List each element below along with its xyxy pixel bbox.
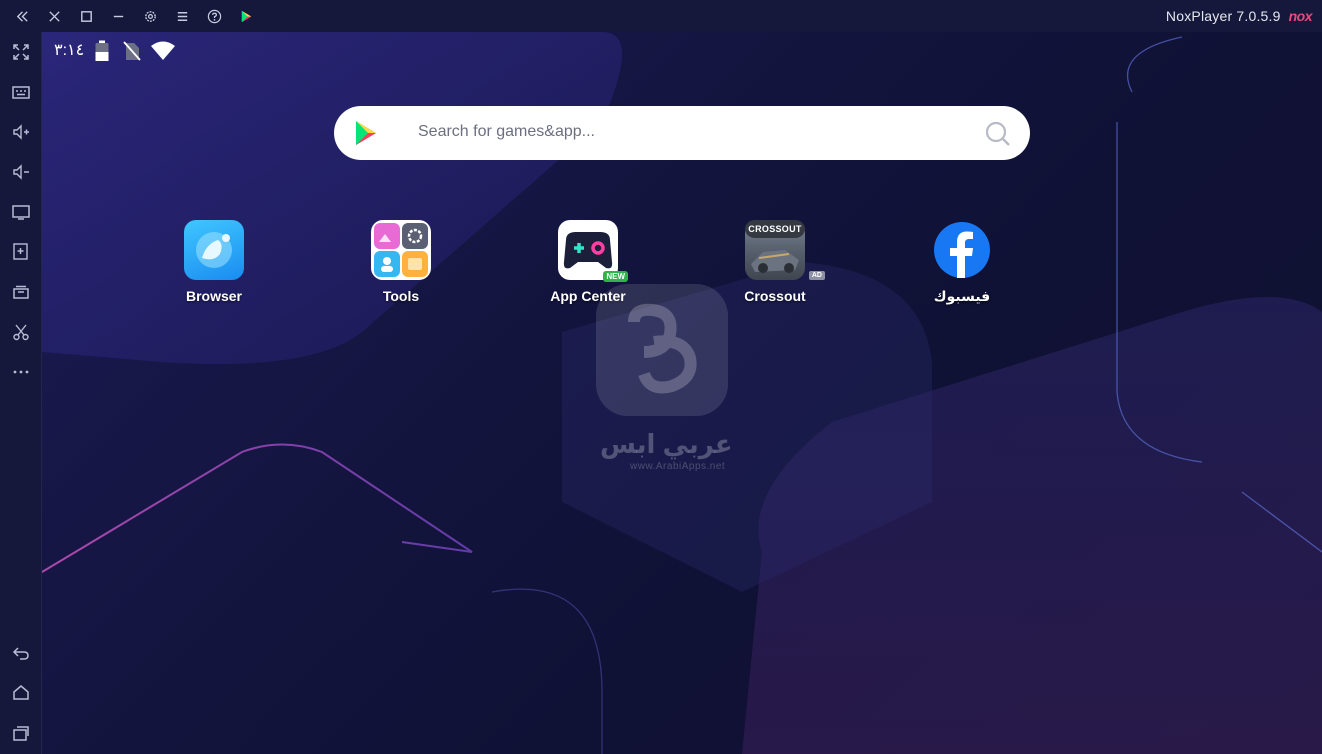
volume-down-icon[interactable] <box>0 154 42 190</box>
browser-icon <box>184 220 244 280</box>
watermark-url: www.ArabiApps.net <box>630 461 726 472</box>
app-facebook[interactable]: فيسبوك <box>902 220 1022 305</box>
google-play-icon <box>356 121 376 145</box>
close-icon[interactable] <box>38 0 70 32</box>
sidebar-toolbar <box>0 32 42 754</box>
window-title: NoxPlayer 7.0.5.9 <box>1165 8 1281 24</box>
new-badge: NEW <box>603 271 628 282</box>
wifi-icon <box>151 41 175 60</box>
screenshot-icon[interactable] <box>0 314 42 350</box>
app-label: Crossout <box>744 288 806 304</box>
keyboard-icon[interactable] <box>0 74 42 110</box>
search-bar[interactable]: Search for games&app... <box>334 106 1030 160</box>
facebook-icon <box>932 220 992 280</box>
android-screen[interactable]: ٣:١٤ Search for games&app... Browser Too… <box>42 32 1322 754</box>
crossout-icon: CROSSOUT AD <box>745 220 825 280</box>
app-tools[interactable]: Tools <box>341 220 461 304</box>
crossout-logo-text: CROSSOUT <box>748 224 802 234</box>
recents-icon[interactable] <box>0 715 42 751</box>
no-sim-icon <box>123 41 141 61</box>
help-icon[interactable] <box>198 0 230 32</box>
ad-badge: AD <box>808 271 825 280</box>
app-label: Tools <box>382 288 420 304</box>
screen-icon[interactable] <box>0 194 42 230</box>
minimize-icon[interactable] <box>102 0 134 32</box>
multi-instance-icon[interactable] <box>0 274 42 310</box>
app-center-icon: NEW <box>558 220 628 282</box>
nox-logo: nox <box>1288 8 1313 24</box>
status-clock: ٣:١٤ <box>54 42 85 59</box>
menu-icon[interactable] <box>166 0 198 32</box>
window-titlebar: NoxPlayer 7.0.5.9 nox <box>0 0 1322 32</box>
fullscreen-icon[interactable] <box>0 34 42 70</box>
apk-install-icon[interactable] <box>0 234 42 270</box>
watermark-text: عربي ابس <box>600 429 733 459</box>
more-icon[interactable] <box>0 354 42 390</box>
app-label: فيسبوك <box>933 288 991 304</box>
search-icon[interactable] <box>984 120 1012 148</box>
maximize-icon[interactable] <box>70 0 102 32</box>
play-store-icon[interactable] <box>230 0 262 32</box>
watermark-logo <box>596 284 728 416</box>
collapse-icon[interactable] <box>6 0 38 32</box>
tools-icon <box>371 220 431 280</box>
settings-icon[interactable] <box>134 0 166 32</box>
search-input[interactable]: Search for games&app... <box>418 123 595 141</box>
status-bar: ٣:١٤ <box>42 32 1322 68</box>
volume-up-icon[interactable] <box>0 114 42 150</box>
app-browser[interactable]: Browser <box>154 220 274 304</box>
app-crossout[interactable]: CROSSOUT AD Crossout <box>715 220 835 304</box>
app-label: Browser <box>185 288 243 304</box>
home-icon[interactable] <box>0 675 42 711</box>
battery-icon <box>95 40 109 61</box>
back-icon[interactable] <box>0 635 42 671</box>
